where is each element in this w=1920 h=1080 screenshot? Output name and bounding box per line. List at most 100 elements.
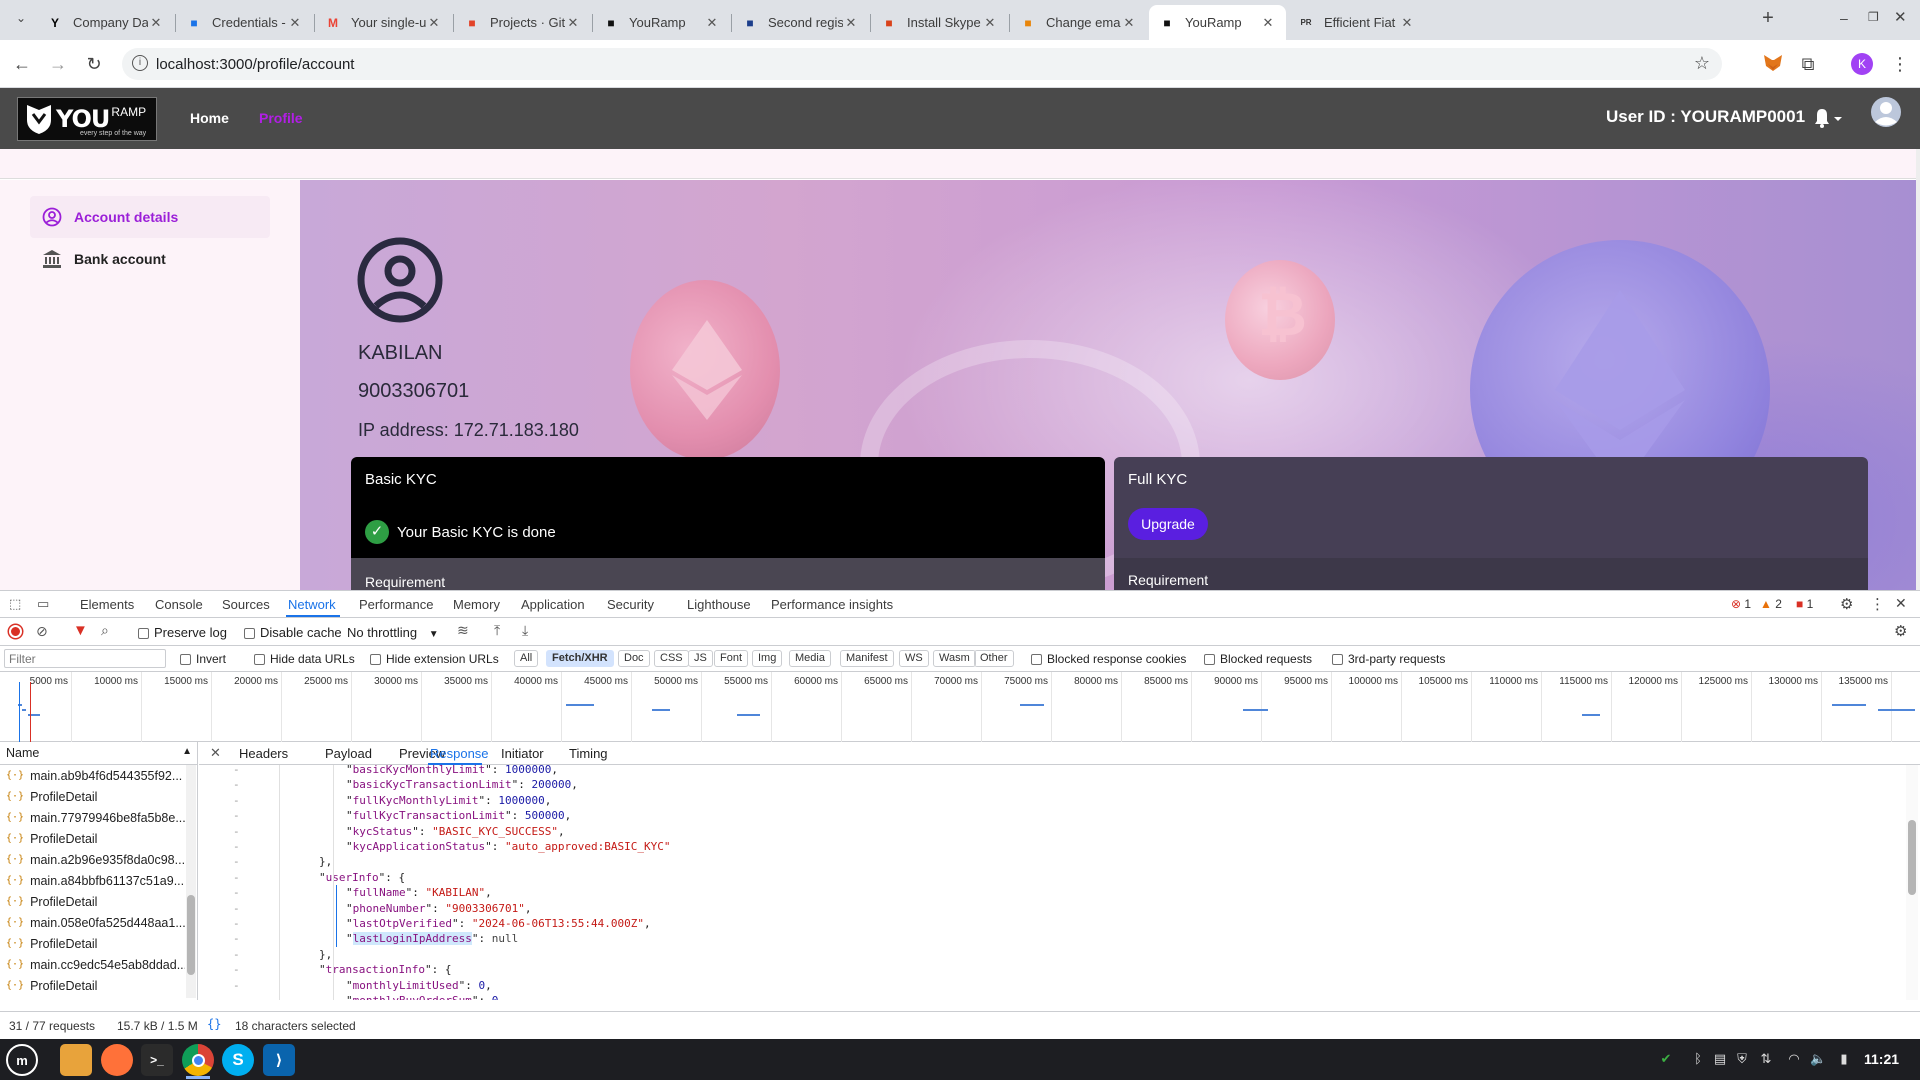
- forward-icon[interactable]: →: [46, 52, 70, 76]
- pretty-print-icon[interactable]: {}: [207, 1017, 221, 1031]
- warning-count-icon[interactable]: ▲ 2: [1760, 597, 1782, 611]
- bookmark-star-icon[interactable]: ☆: [1694, 53, 1710, 74]
- chrome-icon[interactable]: [182, 1044, 214, 1076]
- filter-input[interactable]: [4, 649, 166, 668]
- browser-tab[interactable]: ■ YouRamp ✕: [1149, 5, 1286, 40]
- third-party-checkbox[interactable]: 3rd-party requests: [1332, 652, 1445, 666]
- inspect-element-icon[interactable]: ⬚: [9, 596, 21, 612]
- request-row[interactable]: {·} main.ab9b4f6d544355f92...: [0, 765, 185, 786]
- network-status-icon[interactable]: ⇅: [1758, 1051, 1774, 1067]
- mint-menu-icon[interactable]: m: [6, 1044, 38, 1076]
- response-scrollbar[interactable]: [1906, 765, 1918, 1000]
- devtools-tab[interactable]: Network: [288, 597, 336, 612]
- browser-tab[interactable]: ■ Second registrati✕: [732, 5, 869, 40]
- browser-menu-icon[interactable]: ⋮: [1888, 52, 1912, 76]
- hide-data-urls-checkbox[interactable]: Hide data URLs: [254, 652, 355, 666]
- nav-home[interactable]: Home: [190, 110, 229, 126]
- request-row[interactable]: {·} main.cc9edc54e5ab8ddad...: [0, 954, 185, 975]
- request-row[interactable]: {·} ProfileDetail: [0, 933, 185, 954]
- device-toolbar-icon[interactable]: ▭: [37, 596, 49, 612]
- close-tab-icon[interactable]: ✕: [704, 15, 720, 31]
- devtools-menu-icon[interactable]: ⋮: [1870, 595, 1885, 613]
- filter-funnel-icon[interactable]: ▼: [73, 622, 88, 639]
- response-code-view[interactable]: - "basicKycMonthlyLimit": 1000000, - "basic…: [199, 765, 1920, 1000]
- type-filter-button[interactable]: Wasm: [933, 650, 976, 667]
- site-info-icon[interactable]: i: [132, 55, 148, 71]
- browser-tab[interactable]: ■ YouRamp ✕: [593, 5, 730, 40]
- type-filter-button[interactable]: Manifest: [840, 650, 894, 667]
- address-bar[interactable]: i localhost:3000/profile/account ☆: [122, 48, 1722, 80]
- type-filter-button[interactable]: All: [514, 650, 539, 667]
- close-tab-icon[interactable]: ✕: [426, 15, 442, 31]
- issues-count-icon[interactable]: ■ 1: [1796, 597, 1813, 611]
- request-row[interactable]: {·} main.77979946be8fa5b8e...: [0, 807, 185, 828]
- close-tab-icon[interactable]: ✕: [148, 15, 164, 31]
- type-filter-button[interactable]: Media: [789, 650, 831, 667]
- network-timeline-overview[interactable]: 5000 ms 10000 ms 15000 ms 20000 ms 25000 ms 3…: [0, 672, 1920, 742]
- security-shield-icon[interactable]: ⛨: [1734, 1051, 1750, 1067]
- throttling-select[interactable]: No throttling ▼: [347, 625, 439, 640]
- search-icon[interactable]: ⌕: [101, 622, 109, 639]
- devtools-tab[interactable]: Sources: [222, 597, 270, 612]
- devtools-close-icon[interactable]: ✕: [1895, 595, 1907, 612]
- disable-cache-checkbox[interactable]: Disable cache: [244, 625, 342, 640]
- detail-tab[interactable]: Initiator: [501, 746, 544, 761]
- new-tab-button[interactable]: +: [1758, 8, 1778, 28]
- hide-extension-urls-checkbox[interactable]: Hide extension URLs: [370, 652, 499, 666]
- export-har-icon[interactable]: ⤓: [522, 622, 528, 639]
- tab-search-icon[interactable]: ⌄: [12, 11, 30, 29]
- close-window-button[interactable]: ✕: [1894, 8, 1910, 26]
- detail-tab[interactable]: Timing: [569, 746, 608, 761]
- type-filter-button[interactable]: WS: [899, 650, 929, 667]
- close-tab-icon[interactable]: ✕: [982, 15, 998, 31]
- type-filter-button[interactable]: Font: [714, 650, 749, 667]
- devtools-tab[interactable]: Console: [155, 597, 203, 612]
- record-icon[interactable]: [9, 625, 22, 638]
- response-scrollbar-thumb[interactable]: [1908, 820, 1916, 895]
- volume-icon[interactable]: 🔈: [1810, 1051, 1826, 1067]
- youramp-logo[interactable]: YOU RAMP every step of the way: [17, 97, 157, 141]
- detail-tab[interactable]: Payload: [325, 746, 372, 761]
- sidebar-item-account-details[interactable]: Account details: [30, 196, 270, 238]
- firefox-icon[interactable]: [101, 1044, 133, 1076]
- blocked-cookies-checkbox[interactable]: Blocked response cookies: [1031, 652, 1186, 666]
- upgrade-button[interactable]: Upgrade: [1128, 508, 1208, 540]
- vscode-icon[interactable]: ⟩: [263, 1044, 295, 1076]
- request-row[interactable]: {·} ProfileDetail: [0, 786, 185, 807]
- browser-tab[interactable]: M Your single-use c✕: [315, 5, 452, 40]
- type-filter-button[interactable]: CSS: [654, 650, 689, 667]
- browser-tab[interactable]: ■ Projects · GitLab✕: [454, 5, 591, 40]
- network-conditions-icon[interactable]: ≋: [457, 622, 469, 639]
- close-detail-icon[interactable]: ✕: [210, 745, 221, 761]
- import-har-icon[interactable]: ⤒: [494, 622, 500, 639]
- network-settings-icon[interactable]: ⚙: [1894, 622, 1907, 640]
- devtools-tab[interactable]: Application: [521, 597, 585, 612]
- browser-tab[interactable]: ■ Install Skype on I✕: [871, 5, 1008, 40]
- profile-avatar[interactable]: K: [1851, 53, 1873, 75]
- devtools-tab[interactable]: Security: [607, 597, 654, 612]
- files-folder-icon[interactable]: [60, 1044, 92, 1076]
- devtools-tab[interactable]: Performance: [359, 597, 433, 612]
- name-column-header[interactable]: Name ▲: [0, 742, 198, 765]
- sidebar-item-bank-account[interactable]: Bank account: [30, 238, 270, 280]
- type-filter-button[interactable]: Other: [974, 650, 1014, 667]
- restore-button[interactable]: ❐: [1868, 10, 1884, 24]
- devtools-settings-icon[interactable]: ⚙: [1840, 595, 1853, 613]
- close-tab-icon[interactable]: ✕: [1121, 15, 1137, 31]
- request-row[interactable]: {·} main.a84bbfb61137c51a9...: [0, 870, 185, 891]
- skype-icon[interactable]: S: [222, 1044, 254, 1076]
- devtools-tab[interactable]: Lighthouse: [687, 597, 751, 612]
- extensions-puzzle-icon[interactable]: ⧉: [1796, 52, 1820, 76]
- close-tab-icon[interactable]: ✕: [1260, 15, 1276, 31]
- notification-bell-icon[interactable]: [1810, 106, 1844, 130]
- request-row[interactable]: {·} main.a2b96e935f8da0c98...: [0, 849, 185, 870]
- request-row[interactable]: {·} main.058e0fa525d448aa1...: [0, 912, 185, 933]
- browser-tab[interactable]: ■ Credentials - Goo✕: [176, 5, 313, 40]
- bluetooth-icon[interactable]: ᛒ: [1690, 1051, 1706, 1067]
- clear-icon[interactable]: ⊘: [36, 623, 48, 640]
- close-tab-icon[interactable]: ✕: [843, 15, 859, 31]
- close-tab-icon[interactable]: ✕: [565, 15, 581, 31]
- devtools-tab[interactable]: Performance insights: [771, 597, 893, 612]
- update-shield-icon[interactable]: ✔: [1658, 1051, 1674, 1067]
- battery-icon[interactable]: ▮: [1836, 1051, 1852, 1067]
